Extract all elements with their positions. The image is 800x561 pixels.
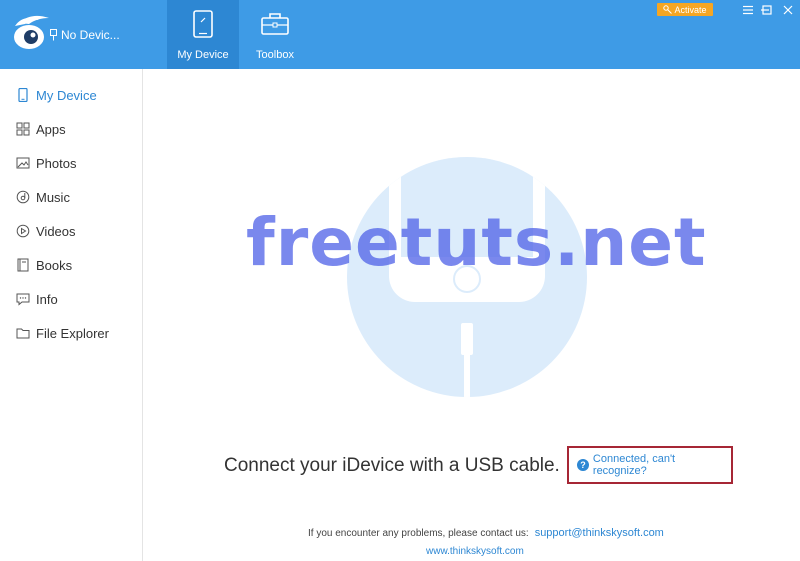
hamburger-menu-icon xyxy=(743,5,753,15)
toolbox-icon xyxy=(261,13,289,35)
sidebar-item-info[interactable]: Info xyxy=(0,284,142,314)
sidebar-item-file-explorer[interactable]: File Explorer xyxy=(0,318,142,348)
sidebar-item-photos[interactable]: Photos xyxy=(0,148,142,178)
maximize-button[interactable] xyxy=(759,2,775,18)
sidebar-item-label: Info xyxy=(36,291,58,307)
tablet-icon xyxy=(193,10,213,38)
activate-button[interactable]: Activate xyxy=(657,3,713,16)
key-icon xyxy=(663,5,673,14)
music-disc-icon xyxy=(16,190,30,204)
apps-grid-icon xyxy=(16,122,30,136)
device-status-label: No Devic... xyxy=(61,28,120,42)
sidebar-item-label: My Device xyxy=(36,87,97,103)
sidebar-item-videos[interactable]: Videos xyxy=(0,216,142,246)
book-icon xyxy=(17,258,29,272)
folder-icon xyxy=(16,328,30,339)
support-email-link[interactable]: support@thinkskysoft.com xyxy=(535,527,664,539)
close-button[interactable] xyxy=(780,2,796,18)
cant-recognize-link[interactable]: ? Connected, can't recognize? xyxy=(567,446,733,484)
message-icon xyxy=(16,293,30,306)
sidebar-item-label: Music xyxy=(36,189,70,205)
image-icon xyxy=(16,157,30,169)
help-icon: ? xyxy=(577,459,589,471)
app-logo-icon xyxy=(14,15,49,49)
close-icon xyxy=(783,5,793,15)
device-status[interactable]: No Devic... xyxy=(49,28,120,42)
activate-label: Activate xyxy=(674,4,707,15)
tab-toolbox-label: Toolbox xyxy=(256,49,294,61)
watermark: freetuts.net xyxy=(246,204,707,281)
sidebar: My Device Apps Photos Music Videos Books… xyxy=(0,69,143,561)
sidebar-item-label: Apps xyxy=(36,121,66,137)
sidebar-item-music[interactable]: Music xyxy=(0,182,142,212)
maximize-icon xyxy=(762,5,772,15)
tab-my-device-label: My Device xyxy=(177,49,229,61)
contact-prefix: If you encounter any problems, please co… xyxy=(308,528,529,539)
usb-plug-icon xyxy=(50,29,57,41)
sidebar-item-label: Videos xyxy=(36,223,76,239)
website-link[interactable]: www.thinkskysoft.com xyxy=(426,546,524,557)
tab-toolbox[interactable]: Toolbox xyxy=(239,0,311,69)
phone-icon xyxy=(18,88,28,102)
sidebar-item-label: Photos xyxy=(36,155,77,171)
tab-my-device[interactable]: My Device xyxy=(167,0,239,69)
play-icon xyxy=(16,224,30,238)
menu-button[interactable] xyxy=(740,2,756,18)
sidebar-item-label: Books xyxy=(36,257,73,273)
cant-recognize-label: Connected, can't recognize? xyxy=(592,453,676,477)
sidebar-item-label: File Explorer xyxy=(36,325,109,341)
contact-line: If you encounter any problems, please co… xyxy=(308,527,664,539)
sidebar-item-books[interactable]: Books xyxy=(0,250,142,280)
top-bar: No Devic... My Device Toolbox Activate xyxy=(0,0,800,69)
connect-instruction: Connect your iDevice with a USB cable. xyxy=(224,455,560,476)
sidebar-item-my-device[interactable]: My Device xyxy=(0,80,142,110)
sidebar-item-apps[interactable]: Apps xyxy=(0,114,142,144)
